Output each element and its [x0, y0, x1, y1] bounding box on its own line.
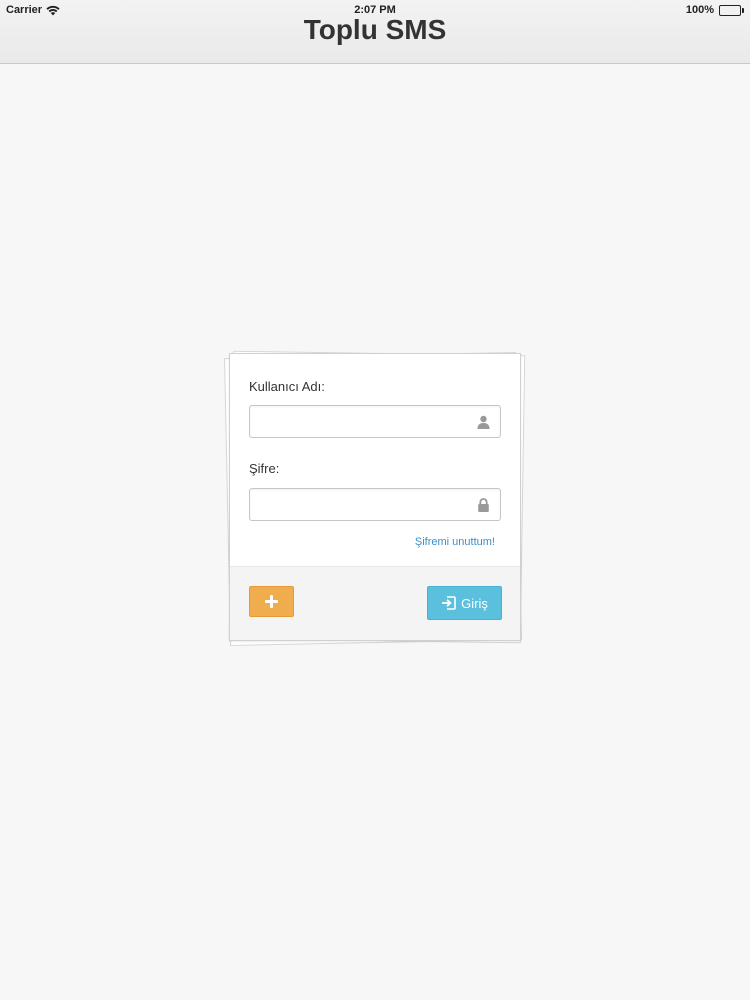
lock-icon: [478, 498, 489, 512]
password-input[interactable]: [250, 489, 470, 520]
top-bar: Carrier 2:07 PM 100% Toplu SMS: [0, 0, 750, 64]
plus-icon: [265, 595, 278, 608]
login-card-stack: Kullanıcı Adı: Şifre: Şifremi unuttum! G…: [224, 350, 526, 647]
add-button[interactable]: [249, 586, 294, 617]
password-label: Şifre:: [249, 461, 280, 476]
username-input[interactable]: [250, 406, 470, 437]
forgot-password-link[interactable]: Şifremi unuttum!: [415, 536, 495, 548]
username-label: Kullanıcı Adı:: [249, 379, 325, 394]
sign-in-icon: [442, 596, 456, 610]
login-button[interactable]: Giriş: [427, 586, 502, 620]
login-card: Kullanıcı Adı: Şifre: Şifremi unuttum! G…: [229, 353, 521, 641]
login-button-label: Giriş: [461, 595, 488, 611]
page-title: Toplu SMS: [303, 14, 447, 45]
user-icon: [477, 415, 490, 429]
username-field-wrapper[interactable]: [249, 405, 501, 438]
card-footer: Giriş: [230, 566, 520, 640]
password-field-wrapper[interactable]: [249, 488, 501, 521]
